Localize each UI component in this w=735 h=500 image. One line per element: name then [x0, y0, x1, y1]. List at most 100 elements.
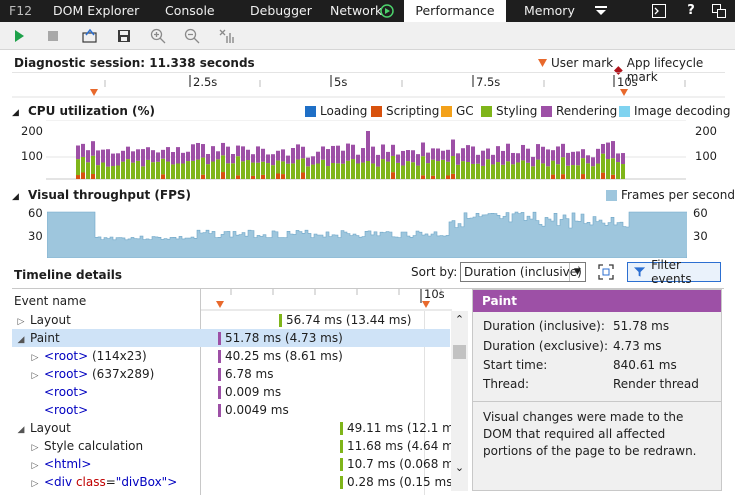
table-row[interactable]: ▷ <root> (637x289) — [30, 365, 155, 385]
help-icon[interactable]: ? — [682, 0, 700, 22]
cpu-bar-segment — [431, 175, 435, 179]
details-divider — [473, 401, 721, 402]
cpu-bar-segment — [341, 150, 345, 164]
cpu-bar-segment — [401, 165, 405, 179]
cpu-y-100-right: 100 — [695, 149, 717, 163]
expand-icon[interactable]: ▷ — [30, 367, 40, 385]
cpu-bar-segment — [121, 161, 125, 179]
scroll-down-icon[interactable]: ⌄ — [452, 461, 467, 475]
fps-graph[interactable] — [47, 208, 687, 258]
cpu-bar-segment — [291, 148, 295, 164]
sort-label: Sort by: — [411, 265, 458, 279]
undock-icon[interactable] — [708, 0, 730, 22]
cpu-bar-segment — [591, 157, 595, 167]
cpu-bar-segment — [521, 160, 525, 179]
cpu-bar-segment — [231, 153, 235, 164]
collapse-icon[interactable]: ◢ — [16, 331, 26, 349]
cpu-bar-segment — [141, 149, 145, 167]
tab-dom-explorer[interactable]: DOM Explorer — [53, 0, 139, 22]
table-row-selected[interactable]: ◢ Paint — [16, 329, 60, 347]
user-mark-end[interactable] — [620, 89, 628, 96]
tab-memory[interactable]: Memory — [524, 0, 575, 22]
sort-select[interactable]: Duration (inclusive) ▼ — [460, 262, 586, 282]
more-tabs-icon[interactable] — [590, 0, 612, 22]
fps-y-30-right: 30 — [693, 229, 708, 243]
table-row[interactable]: ◢ Layout — [16, 419, 71, 437]
user-mark-label: User mark — [551, 56, 614, 70]
cpu-bar-segment — [281, 174, 285, 179]
cpu-bar-segment — [616, 153, 620, 163]
cpu-bar-segment — [341, 163, 345, 179]
session-tick-2: 7.5s — [476, 75, 501, 89]
cpu-bar-segment — [171, 152, 175, 165]
cpu-bar-segment — [361, 162, 365, 179]
cpu-bar-segment — [326, 149, 330, 167]
cpu-bar-segment — [616, 162, 620, 179]
cpu-bar-segment — [471, 146, 475, 164]
table-row[interactable]: ▷ <html> — [30, 455, 92, 473]
clear-icon[interactable] — [216, 26, 238, 46]
cpu-bar-segment — [351, 159, 355, 179]
cpu-bar-segment — [481, 165, 485, 179]
zoom-out-icon[interactable] — [181, 26, 203, 46]
timeline-scrollbar[interactable]: ⌃ ⌄ — [451, 311, 468, 491]
cpu-bar-segment — [491, 154, 495, 165]
cpu-utilization-graph[interactable] — [46, 120, 686, 180]
table-row[interactable]: <root> — [44, 401, 88, 419]
cpu-bar-segment — [421, 142, 425, 157]
scrollbar-thumb[interactable] — [453, 345, 466, 359]
column-splitter[interactable] — [200, 289, 201, 495]
cpu-bar-segment — [111, 153, 115, 167]
fps-collapse-icon[interactable]: ◢ — [12, 192, 19, 202]
play-icon[interactable] — [8, 26, 30, 46]
cpu-bar-segment — [561, 157, 565, 175]
cpu-bar-segment — [201, 174, 205, 179]
console-toggle-icon[interactable] — [648, 0, 670, 22]
cpu-bar-segment — [296, 159, 300, 179]
import-icon[interactable] — [79, 26, 101, 46]
collapse-icon[interactable]: ◢ — [16, 421, 26, 439]
cpu-bar-segment — [351, 144, 355, 160]
cpu-bar-segment — [581, 149, 585, 159]
cpu-bar-segment — [81, 156, 85, 173]
cpu-bar-segment — [381, 159, 385, 179]
cpu-bar-segment — [266, 154, 270, 164]
cpu-bar-segment — [261, 148, 265, 162]
expand-icon[interactable]: ▷ — [30, 475, 40, 493]
user-mark-icon — [538, 59, 547, 67]
legend-styling: Styling — [481, 104, 537, 118]
tab-network[interactable]: Network — [330, 0, 382, 22]
cpu-bar-segment — [611, 141, 615, 159]
stop-icon[interactable] — [42, 26, 64, 46]
table-row[interactable]: ▷ <div class="divBox"> — [30, 473, 178, 493]
table-row[interactable]: ▷ Layout — [16, 311, 71, 329]
cpu-bar-segment — [161, 158, 165, 175]
table-row[interactable]: ▷ Style calculation — [30, 437, 144, 455]
network-record-icon[interactable] — [378, 0, 396, 22]
cpu-bar-segment — [421, 156, 425, 176]
user-mark-start[interactable] — [90, 89, 98, 96]
cpu-bar-segment — [511, 152, 515, 165]
cpu-bar-segment — [406, 150, 410, 162]
cpu-bar-segment — [426, 152, 430, 164]
table-row[interactable]: ▷ <root> (114x23) — [30, 347, 147, 365]
filter-events-button[interactable]: Filter events — [627, 258, 721, 286]
tab-performance[interactable]: Performance — [404, 0, 506, 22]
scroll-up-icon[interactable]: ⌃ — [452, 313, 467, 327]
fit-to-view-icon[interactable] — [597, 263, 615, 281]
col-event-name: Event name — [14, 294, 87, 308]
cpu-bar-segment — [221, 172, 225, 179]
tab-console[interactable]: Console — [165, 0, 215, 22]
save-icon[interactable] — [113, 26, 135, 46]
cpu-bar-segment — [436, 148, 440, 162]
cpu-bar-segment — [151, 150, 155, 163]
zoom-in-icon[interactable] — [147, 26, 169, 46]
table-row[interactable]: <root> — [44, 383, 88, 401]
cpu-bar-segment — [621, 164, 625, 179]
cpu-bar-segment — [216, 159, 220, 179]
cpu-bar-segment — [446, 175, 450, 179]
tab-debugger[interactable]: Debugger — [250, 0, 312, 22]
cpu-bar-segment — [536, 159, 540, 179]
row-duration: 6.78 ms — [218, 365, 273, 383]
cpu-collapse-icon[interactable]: ◢ — [12, 108, 19, 118]
